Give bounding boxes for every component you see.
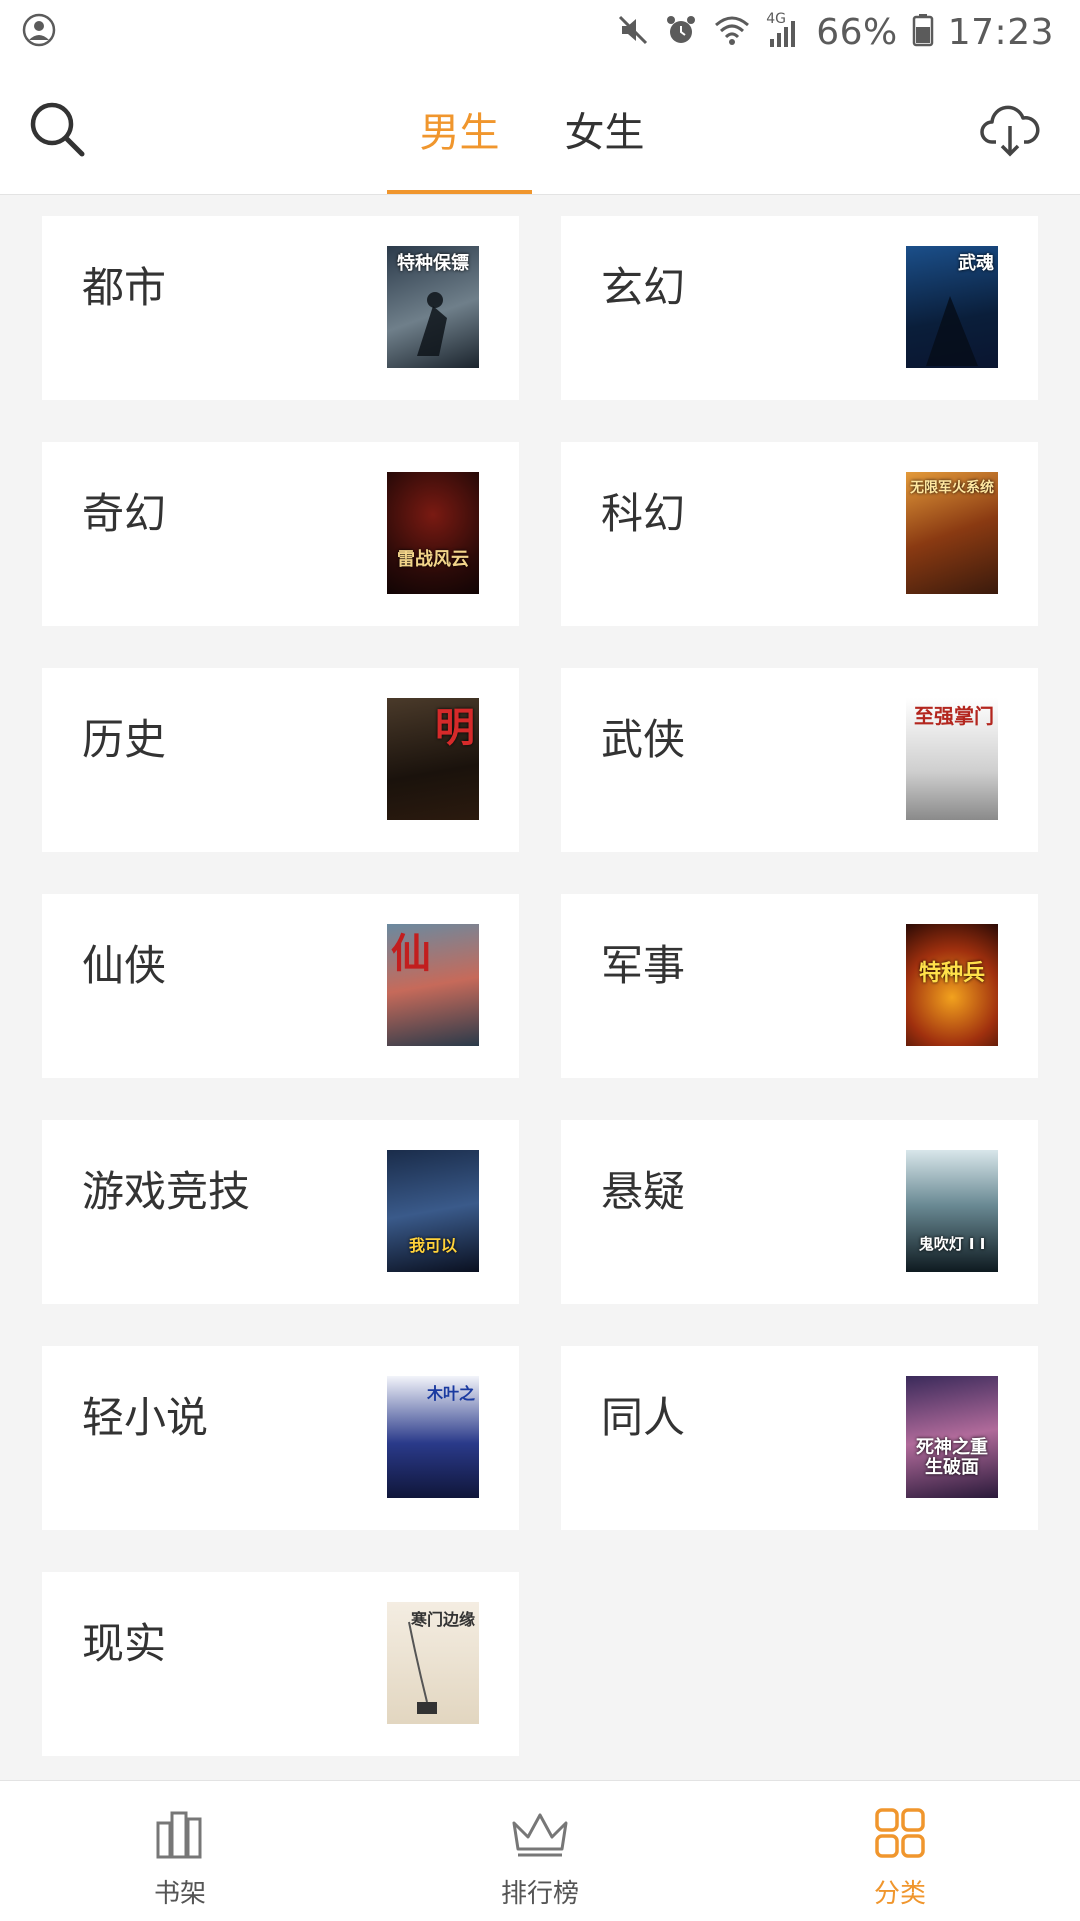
category-label: 轻小说 — [82, 1393, 209, 1442]
category-card-xuanhuan[interactable]: 玄幻 武魂 — [561, 216, 1038, 400]
book-cover: 死神之重生破面 — [906, 1376, 998, 1498]
tab-female[interactable]: 女生 — [532, 64, 677, 194]
alarm-icon — [664, 13, 698, 51]
cloud-download-icon — [978, 105, 1042, 166]
book-cover: 特种兵 — [906, 924, 998, 1046]
battery-icon — [912, 13, 934, 51]
bottom-nav: 书架 排行榜 分类 — [0, 1780, 1080, 1921]
book-cover: 寒门边缘 — [387, 1602, 479, 1724]
category-label: 都市 — [82, 263, 167, 312]
search-icon — [26, 102, 90, 166]
book-cover: 木叶之 — [387, 1376, 479, 1498]
book-cover: 我可以 — [387, 1150, 479, 1272]
category-label: 同人 — [601, 1393, 686, 1442]
status-bar: 4G 66% 17:23 — [0, 0, 1080, 64]
crown-icon — [508, 1805, 572, 1865]
category-card-tongren[interactable]: 同人 死神之重生破面 — [561, 1346, 1038, 1530]
cover-title: 仙 — [391, 931, 431, 977]
cover-title: 鬼吹灯 I I — [918, 1235, 986, 1253]
nav-category[interactable]: 分类 — [720, 1781, 1080, 1921]
bookshelf-icon — [152, 1805, 208, 1865]
nav-bookshelf[interactable]: 书架 — [0, 1781, 360, 1921]
cover-title: 明 — [435, 705, 475, 751]
network-type: 4G — [766, 11, 786, 27]
category-card-lishi[interactable]: 历史 明 — [42, 668, 519, 852]
cover-title: 特种兵 — [918, 961, 985, 986]
cover-title: 我可以 — [408, 1236, 457, 1255]
cover-title: 死神之重生破面 — [916, 1437, 988, 1478]
cover-title: 雷战风云 — [397, 549, 469, 570]
book-cover: 无限军火系统 — [906, 472, 998, 594]
nav-ranking[interactable]: 排行榜 — [360, 1781, 720, 1921]
category-label: 悬疑 — [601, 1167, 686, 1216]
category-card-junshi[interactable]: 军事 特种兵 — [561, 894, 1038, 1078]
search-button[interactable] — [26, 98, 90, 162]
category-grid-icon — [872, 1805, 928, 1865]
nav-label: 分类 — [873, 1879, 926, 1909]
account-icon — [22, 13, 56, 51]
category-label: 游戏竞技 — [82, 1167, 251, 1216]
signal-icon: 4G — [766, 11, 802, 49]
category-card-xuanyi[interactable]: 悬疑 鬼吹灯 I I — [561, 1120, 1038, 1304]
category-label: 科幻 — [601, 489, 686, 538]
book-cover: 雷战风云 — [387, 472, 479, 594]
app-header: 男生 女生 — [0, 64, 1080, 195]
book-cover: 明 — [387, 698, 479, 820]
book-cover: 鬼吹灯 I I — [906, 1150, 998, 1272]
category-card-youxijingji[interactable]: 游戏竞技 我可以 — [42, 1120, 519, 1304]
battery-percent: 66% — [816, 11, 898, 53]
category-label: 武侠 — [601, 715, 686, 764]
category-label: 奇幻 — [82, 489, 167, 538]
category-card-xianxia[interactable]: 仙侠 仙 — [42, 894, 519, 1078]
category-label: 历史 — [82, 715, 167, 764]
category-label: 军事 — [601, 941, 686, 990]
book-cover: 至强掌门 — [906, 698, 998, 820]
cover-title: 木叶之 — [426, 1384, 475, 1403]
book-cover: 武魂 — [906, 246, 998, 368]
category-card-kehuan[interactable]: 科幻 无限军火系统 — [561, 442, 1038, 626]
category-card-xianshi[interactable]: 现实 寒门边缘 — [42, 1572, 519, 1756]
nav-label: 排行榜 — [500, 1879, 579, 1909]
category-card-dushi[interactable]: 都市 特种保镖 — [42, 216, 519, 400]
category-card-wuxia[interactable]: 武侠 至强掌门 — [561, 668, 1038, 852]
category-label: 仙侠 — [82, 941, 167, 990]
download-button[interactable] — [978, 98, 1042, 162]
book-cover: 仙 — [387, 924, 479, 1046]
cover-title: 至强掌门 — [914, 704, 994, 728]
tab-male[interactable]: 男生 — [387, 64, 532, 194]
gender-tabs: 男生 女生 — [387, 64, 677, 194]
category-card-qingxiaoshuo[interactable]: 轻小说 木叶之 — [42, 1346, 519, 1530]
category-label: 现实 — [82, 1619, 167, 1668]
category-label: 玄幻 — [601, 263, 686, 312]
clock: 17:23 — [947, 11, 1054, 53]
category-grid: 都市 特种保镖 玄幻 武魂 奇幻 雷战风云 科幻 无限军火系统 历史 明 武侠 … — [42, 216, 1038, 1756]
wifi-icon — [712, 13, 752, 51]
nav-label: 书架 — [153, 1879, 206, 1909]
category-card-qihuan[interactable]: 奇幻 雷战风云 — [42, 442, 519, 626]
book-cover: 特种保镖 — [387, 246, 479, 368]
cover-title: 无限军火系统 — [910, 480, 994, 496]
mute-icon — [616, 13, 650, 51]
